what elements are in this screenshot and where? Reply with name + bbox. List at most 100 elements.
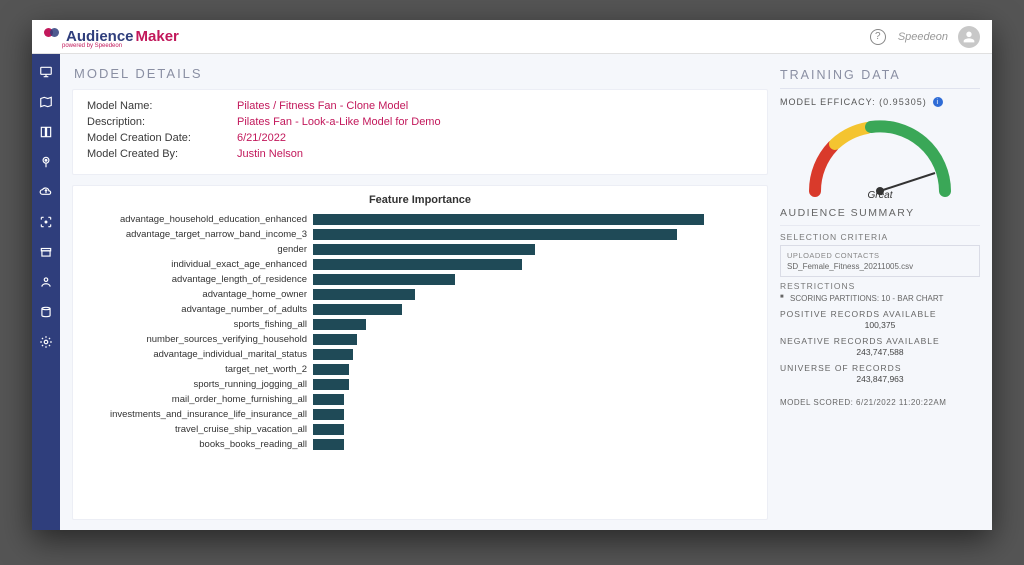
- help-icon[interactable]: ?: [870, 29, 886, 45]
- feature-label: books_books_reading_all: [83, 439, 313, 450]
- feature-bar: [313, 334, 357, 345]
- feature-bar-row: sports_fishing_all: [83, 317, 757, 332]
- negative-records-value: 243,747,588: [780, 347, 980, 357]
- feature-bar-row: advantage_length_of_residence: [83, 272, 757, 287]
- feature-bar: [313, 409, 344, 420]
- archive-icon[interactable]: [38, 244, 54, 260]
- feature-label: advantage_length_of_residence: [83, 274, 313, 285]
- feature-bar-row: advantage_home_owner: [83, 287, 757, 302]
- feature-bar-row: investments_and_insurance_life_insurance…: [83, 407, 757, 422]
- selection-criteria-title: SELECTION CRITERIA: [780, 232, 980, 242]
- feature-bar: [313, 244, 535, 255]
- monitor-icon[interactable]: [38, 64, 54, 80]
- user-avatar[interactable]: [958, 26, 980, 48]
- brand-logo: Audience Maker powered by Speedeon: [44, 25, 179, 49]
- feature-label: sports_fishing_all: [83, 319, 313, 330]
- training-title: TRAINING DATA: [780, 68, 980, 89]
- uploaded-contacts-box: UPLOADED CONTACTS SD_Female_Fitness_2021…: [780, 245, 980, 277]
- restrictions-title: RESTRICTIONS: [780, 281, 980, 291]
- book-icon[interactable]: [38, 124, 54, 140]
- model-desc-label: Description:: [87, 116, 237, 128]
- scan-icon[interactable]: [38, 214, 54, 230]
- chart-title: Feature Importance: [83, 194, 757, 206]
- logo-icon: [44, 25, 60, 41]
- feature-bar-row: individual_exact_age_enhanced: [83, 257, 757, 272]
- training-panel: TRAINING DATA MODEL EFFICACY: (0.95305) …: [780, 64, 980, 530]
- feature-label: advantage_household_education_enhanced: [83, 214, 313, 225]
- feature-bar-row: gender: [83, 242, 757, 257]
- feature-label: individual_exact_age_enhanced: [83, 259, 313, 270]
- pin-icon[interactable]: [38, 154, 54, 170]
- model-by-value: Justin Nelson: [237, 148, 303, 160]
- feature-label: number_sources_verifying_household: [83, 334, 313, 345]
- feature-bar-row: target_net_worth_2: [83, 362, 757, 377]
- audience-summary-title: AUDIENCE SUMMARY: [780, 207, 980, 219]
- feature-bar: [313, 274, 455, 285]
- feature-bar-row: mail_order_home_furnishing_all: [83, 392, 757, 407]
- model-by-label: Model Created By:: [87, 148, 237, 160]
- feature-bar-row: advantage_household_education_enhanced: [83, 212, 757, 227]
- universe-records-label: UNIVERSE OF RECORDS: [780, 363, 902, 373]
- map-icon[interactable]: [38, 94, 54, 110]
- page-title: MODEL DETAILS: [74, 66, 768, 81]
- app-window: Audience Maker powered by Speedeon ? Spe…: [32, 20, 992, 530]
- feature-label: travel_cruise_ship_vacation_all: [83, 424, 313, 435]
- uploaded-contacts-label: UPLOADED CONTACTS: [787, 251, 973, 260]
- brand-word-2: Maker: [136, 28, 179, 45]
- model-name-label: Model Name:: [87, 100, 237, 112]
- feature-label: advantage_individual_marital_status: [83, 349, 313, 360]
- feature-bar: [313, 394, 344, 405]
- uploaded-contacts-file: SD_Female_Fitness_20211005.csv: [787, 262, 973, 271]
- feature-bar: [313, 439, 344, 450]
- feature-bar: [313, 364, 349, 375]
- model-name-value: Pilates / Fitness Fan - Clone Model: [237, 100, 408, 112]
- database-icon[interactable]: [38, 304, 54, 320]
- model-date-value: 6/21/2022: [237, 132, 286, 144]
- feature-bar: [313, 214, 704, 225]
- feature-importance-chart: Feature Importance advantage_household_e…: [72, 185, 768, 520]
- left-nav: [32, 54, 60, 530]
- feature-bar: [313, 379, 349, 390]
- negative-records-label: NEGATIVE RECORDS AVAILABLE: [780, 336, 940, 346]
- feature-bar: [313, 304, 402, 315]
- top-header: Audience Maker powered by Speedeon ? Spe…: [32, 20, 992, 54]
- feature-bar-row: advantage_target_narrow_band_income_3: [83, 227, 757, 242]
- cloud-upload-icon[interactable]: [38, 184, 54, 200]
- feature-label: mail_order_home_furnishing_all: [83, 394, 313, 405]
- feature-label: target_net_worth_2: [83, 364, 313, 375]
- restriction-item: SCORING PARTITIONS: 10 - BAR CHART: [780, 294, 980, 303]
- feature-bar: [313, 424, 344, 435]
- info-icon[interactable]: i: [933, 97, 943, 107]
- feature-label: advantage_number_of_adults: [83, 304, 313, 315]
- feature-label: advantage_target_narrow_band_income_3: [83, 229, 313, 240]
- model-desc-value: Pilates Fan - Look-a-Like Model for Demo: [237, 116, 441, 128]
- model-efficacy-label: MODEL EFFICACY: (0.95305): [780, 97, 927, 107]
- universe-records-value: 243,847,963: [780, 374, 980, 384]
- feature-bar: [313, 259, 522, 270]
- feature-bar: [313, 349, 353, 360]
- feature-label: sports_running_jogging_all: [83, 379, 313, 390]
- model-scored-label: MODEL SCORED: 6/21/2022 11:20:22AM: [780, 398, 980, 407]
- feature-label: investments_and_insurance_life_insurance…: [83, 409, 313, 420]
- feature-bar-row: number_sources_verifying_household: [83, 332, 757, 347]
- gauge-rating: Great: [795, 190, 965, 201]
- brand-word-1: Audience: [66, 28, 134, 45]
- feature-label: gender: [83, 244, 313, 255]
- feature-bar: [313, 319, 366, 330]
- feature-bar-row: sports_running_jogging_all: [83, 377, 757, 392]
- feature-bar-row: advantage_individual_marital_status: [83, 347, 757, 362]
- efficacy-gauge: Great: [795, 111, 965, 201]
- feature-label: advantage_home_owner: [83, 289, 313, 300]
- feature-bar: [313, 229, 677, 240]
- feature-bar-row: travel_cruise_ship_vacation_all: [83, 422, 757, 437]
- positive-records-value: 100,375: [780, 320, 980, 330]
- feature-bar-row: advantage_number_of_adults: [83, 302, 757, 317]
- settings-icon[interactable]: [38, 334, 54, 350]
- feature-bar-row: books_books_reading_all: [83, 437, 757, 452]
- user-icon[interactable]: [38, 274, 54, 290]
- feature-bar: [313, 289, 415, 300]
- current-user-label: Speedeon: [898, 31, 948, 43]
- model-date-label: Model Creation Date:: [87, 132, 237, 144]
- positive-records-label: POSITIVE RECORDS AVAILABLE: [780, 309, 937, 319]
- model-info-card: Model Name: Pilates / Fitness Fan - Clon…: [72, 89, 768, 175]
